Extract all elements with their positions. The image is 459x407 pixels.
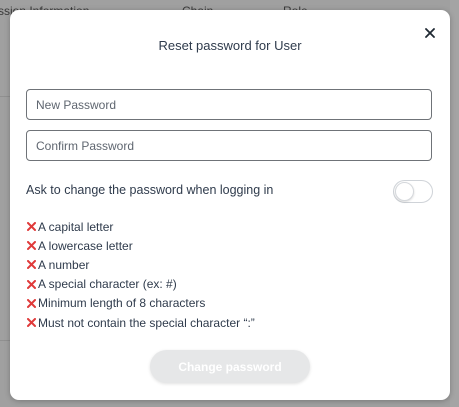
- password-rule: A lowercase letter: [25, 236, 255, 255]
- confirm-password-field: [26, 130, 432, 161]
- x-mark-icon: [25, 259, 37, 271]
- password-rule-text: A number: [38, 257, 90, 272]
- password-rule-text: A special character (ex: #): [38, 277, 177, 292]
- x-mark-icon: [25, 221, 37, 233]
- new-password-input[interactable]: [27, 90, 431, 119]
- password-rule-text: A lowercase letter: [38, 238, 133, 253]
- password-rules-list: A capital letter A lowercase letter A nu…: [25, 217, 255, 332]
- background-right-edge: [450, 0, 459, 407]
- x-mark-icon: [25, 278, 37, 290]
- password-rule: A capital letter: [25, 217, 255, 236]
- reset-password-dialog: Reset password for User Ask to change th…: [10, 10, 450, 400]
- new-password-field: [26, 89, 432, 120]
- change-password-button[interactable]: Change password: [150, 350, 310, 383]
- password-rule: Minimum length of 8 characters: [25, 294, 255, 313]
- change-password-toggle[interactable]: [393, 180, 433, 203]
- password-rule: A number: [25, 255, 255, 274]
- password-rule-text: Minimum length of 8 characters: [38, 296, 206, 311]
- close-icon: [425, 28, 435, 38]
- password-rule: Must not contain the special character “…: [25, 313, 255, 332]
- password-rule-text: Must not contain the special character “…: [38, 315, 255, 330]
- x-mark-icon: [25, 317, 37, 329]
- x-mark-icon: [25, 240, 37, 252]
- close-button[interactable]: [420, 23, 440, 43]
- confirm-password-input[interactable]: [27, 131, 431, 160]
- toggle-knob: [395, 182, 414, 201]
- change-password-toggle-label: Ask to change the password when logging …: [26, 183, 274, 197]
- x-mark-icon: [25, 297, 37, 309]
- password-rule-text: A capital letter: [38, 219, 114, 234]
- password-rule: A special character (ex: #): [25, 275, 255, 294]
- dialog-title: Reset password for User: [158, 38, 302, 53]
